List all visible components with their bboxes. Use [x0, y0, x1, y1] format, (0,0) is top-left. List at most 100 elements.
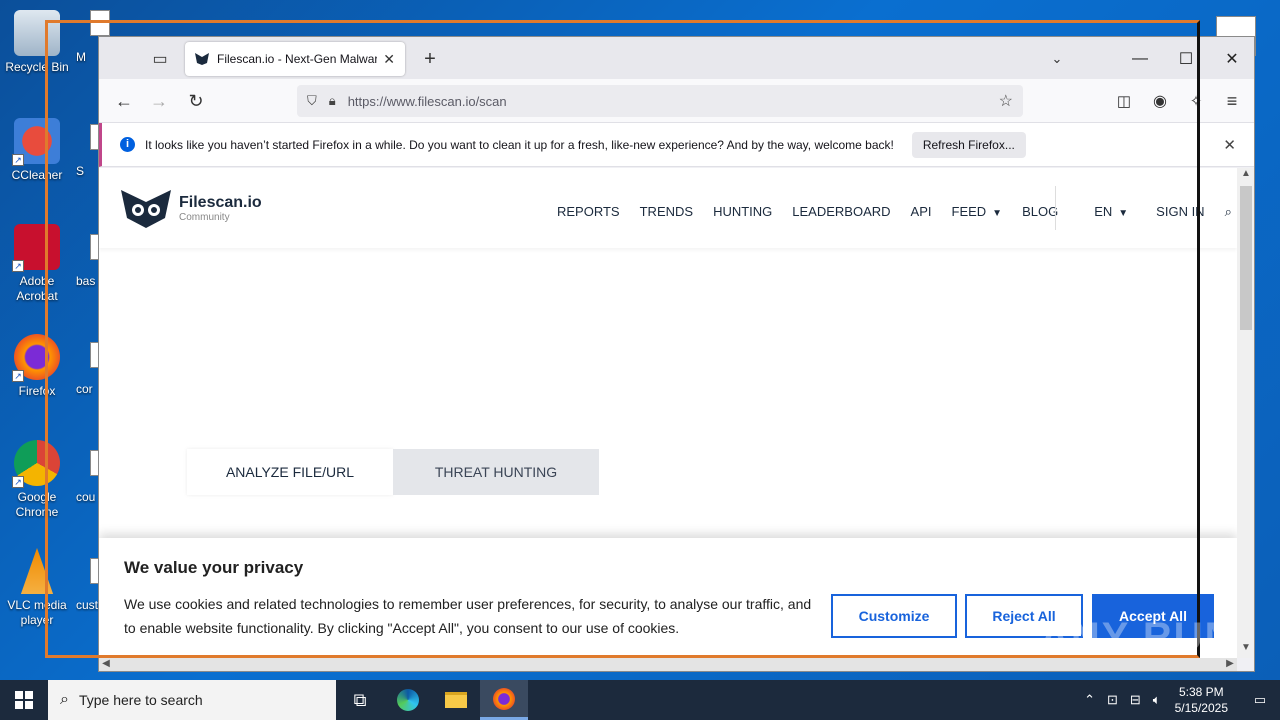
ccleaner-icon: ↗ — [12, 118, 60, 166]
shield-icon[interactable]: ⛉ — [307, 93, 317, 109]
page-content: Filescan.io Community REPORTS TRENDS HUN… — [99, 168, 1237, 658]
notification-message: It looks like you haven’t started Firefo… — [145, 137, 894, 152]
network-icon[interactable]: ⊟ — [1130, 692, 1141, 708]
browser-tab[interactable]: Filescan.io - Next-Gen Malware ✕ — [185, 42, 405, 76]
desktop-icon-label: Recycle Bin — [5, 60, 69, 74]
refresh-firefox-button[interactable]: Refresh Firefox... — [911, 131, 1026, 158]
desktop-icon-label: VLC media player — [7, 598, 67, 627]
menu-trends[interactable]: TRENDS — [640, 204, 693, 220]
extensions-icon[interactable]: ✧ — [1181, 87, 1211, 115]
info-icon: i — [120, 137, 135, 152]
desktop-icon-label: Adobe Acrobat — [16, 274, 58, 303]
tab-list-icon[interactable]: ▭ — [145, 45, 175, 73]
owl-logo-icon — [121, 190, 171, 228]
task-view-icon[interactable]: ⧉ — [336, 680, 384, 720]
menu-language[interactable]: EN ▼ — [1094, 204, 1128, 220]
maximize-icon[interactable]: ☐ — [1163, 45, 1209, 73]
pocket-icon[interactable]: ◫ — [1109, 87, 1139, 115]
url-text[interactable]: https://www.filescan.io/scan — [348, 94, 999, 109]
chevron-up-icon[interactable]: ⌃ — [1084, 692, 1095, 708]
menu-leaderboard[interactable]: LEADERBOARD — [792, 204, 890, 220]
bookmark-star-icon[interactable]: ☆ — [999, 91, 1013, 111]
start-button[interactable] — [0, 680, 48, 720]
recycle-bin-icon — [14, 10, 60, 56]
cookie-text: We use cookies and related technologies … — [124, 596, 812, 636]
lock-icon[interactable]: 🔒︎ — [329, 93, 336, 109]
customize-button[interactable]: Customize — [831, 594, 957, 638]
search-placeholder: Type here to search — [78, 692, 203, 708]
desktop-icon-label: Firefox — [18, 384, 56, 398]
url-bar[interactable]: ⛉ 🔒︎ https://www.filescan.io/scan ☆ — [297, 85, 1023, 117]
navigation-bar: ← → ↻ ⛉ 🔒︎ https://www.filescan.io/scan … — [99, 79, 1254, 123]
tab-close-icon[interactable]: ✕ — [383, 51, 395, 68]
minimize-icon[interactable]: — — [1117, 45, 1163, 73]
document-icon — [90, 10, 110, 36]
logo-name: Filescan.io — [179, 193, 262, 211]
chevron-down-icon: ▼ — [992, 208, 1003, 219]
scroll-up-icon[interactable]: ▲ — [1237, 168, 1254, 184]
taskbar-search[interactable]: ⌕ Type here to search — [48, 680, 336, 720]
scrollbar-thumb[interactable] — [1240, 186, 1252, 330]
site-header: Filescan.io Community REPORTS TRENDS HUN… — [99, 168, 1237, 248]
notification-center-icon[interactable]: ▭ — [1240, 692, 1280, 708]
windows-logo-icon — [15, 691, 33, 709]
desktop-icon-firefox[interactable]: ↗ Firefox — [0, 334, 74, 399]
search-icon[interactable]: ⌕ — [1225, 204, 1232, 220]
menu-feed[interactable]: FEED ▼ — [952, 204, 1003, 220]
scroll-left-icon[interactable]: ◀ — [99, 658, 113, 669]
search-icon: ⌕ — [60, 691, 69, 708]
analysis-tabs: ANALYZE FILE/URL THREAT HUNTING — [187, 449, 599, 495]
watermark: ANY RUN — [1040, 615, 1236, 659]
scroll-down-icon[interactable]: ▼ — [1237, 642, 1254, 658]
menu-icon[interactable]: ≡ — [1217, 87, 1247, 115]
tab-analyze-file-url[interactable]: ANALYZE FILE/URL — [187, 449, 393, 495]
acrobat-icon: ↗ — [12, 224, 60, 272]
firefox-taskbar-icon[interactable] — [480, 680, 528, 720]
close-window-icon[interactable]: ✕ — [1209, 45, 1254, 73]
firefox-icon: ↗ — [12, 334, 60, 382]
account-icon[interactable]: ◉ — [1145, 87, 1175, 115]
volume-icon[interactable]: 🔈︎ — [1153, 692, 1161, 708]
tab-bar: ▭ Filescan.io - Next-Gen Malware ✕ + ⌄ —… — [99, 37, 1254, 79]
reload-icon[interactable]: ↻ — [181, 87, 211, 115]
menu-api[interactable]: API — [911, 204, 932, 220]
menu-blog[interactable]: BLOG — [1022, 204, 1058, 220]
horizontal-scrollbar[interactable]: ◀ ▶ — [99, 658, 1237, 671]
vlc-icon — [20, 548, 54, 594]
desktop-icon-vlc[interactable]: VLC media player — [0, 548, 74, 628]
filescan-favicon-icon — [195, 53, 209, 65]
menu-reports[interactable]: REPORTS — [557, 204, 620, 220]
notification-bar: i It looks like you haven’t started Fire… — [99, 123, 1254, 167]
menu-sign-in[interactable]: SIGN IN — [1156, 204, 1204, 220]
tab-threat-hunting[interactable]: THREAT HUNTING — [393, 449, 599, 495]
clock-date: 5/15/2025 — [1174, 701, 1228, 715]
system-tray: ⌃ ⊡ ⊟ 🔈︎ 5:38 PM 5/15/2025 ▭ — [1078, 680, 1280, 720]
edge-icon[interactable] — [384, 680, 432, 720]
chrome-icon: ↗ — [12, 440, 60, 488]
tab-title: Filescan.io - Next-Gen Malware — [217, 52, 378, 66]
desktop-icon-label: CCleaner — [11, 168, 63, 182]
close-notification-icon[interactable]: ✕ — [1223, 136, 1236, 154]
new-tab-icon[interactable]: + — [415, 45, 445, 73]
chevron-down-icon: ▼ — [1118, 208, 1129, 219]
menu-hunting[interactable]: HUNTING — [713, 204, 772, 220]
site-logo[interactable]: Filescan.io Community — [119, 186, 262, 230]
device-icon[interactable]: ⊡ — [1107, 692, 1118, 708]
clock[interactable]: 5:38 PM 5/15/2025 — [1175, 684, 1228, 716]
desktop-icon-google-chrome[interactable]: ↗ Google Chrome — [0, 440, 74, 520]
taskbar: ⌕ Type here to search ⧉ ⌃ ⊡ ⊟ 🔈︎ 5:38 PM… — [0, 680, 1280, 720]
forward-icon[interactable]: → — [144, 87, 174, 115]
site-menu: REPORTS TRENDS HUNTING LEADERBOARD API F… — [557, 204, 1237, 220]
logo-subtitle: Community — [179, 211, 230, 223]
desktop-icon-ccleaner[interactable]: ↗ CCleaner — [0, 118, 74, 183]
browser-window: ▭ Filescan.io - Next-Gen Malware ✕ + ⌄ —… — [98, 36, 1255, 672]
file-explorer-icon[interactable] — [432, 680, 480, 720]
chevron-down-icon[interactable]: ⌄ — [1042, 45, 1072, 73]
vertical-scrollbar[interactable]: ▲ ▼ — [1237, 168, 1254, 658]
desktop-icon-adobe-acrobat[interactable]: ↗ Adobe Acrobat — [0, 224, 74, 304]
menu-divider — [1055, 186, 1056, 230]
desktop-icon-recycle-bin[interactable]: Recycle Bin — [0, 10, 74, 75]
desktop-icon-label: Google Chrome — [15, 490, 59, 519]
cookie-title: We value your privacy — [124, 558, 304, 577]
back-icon[interactable]: ← — [109, 87, 139, 115]
